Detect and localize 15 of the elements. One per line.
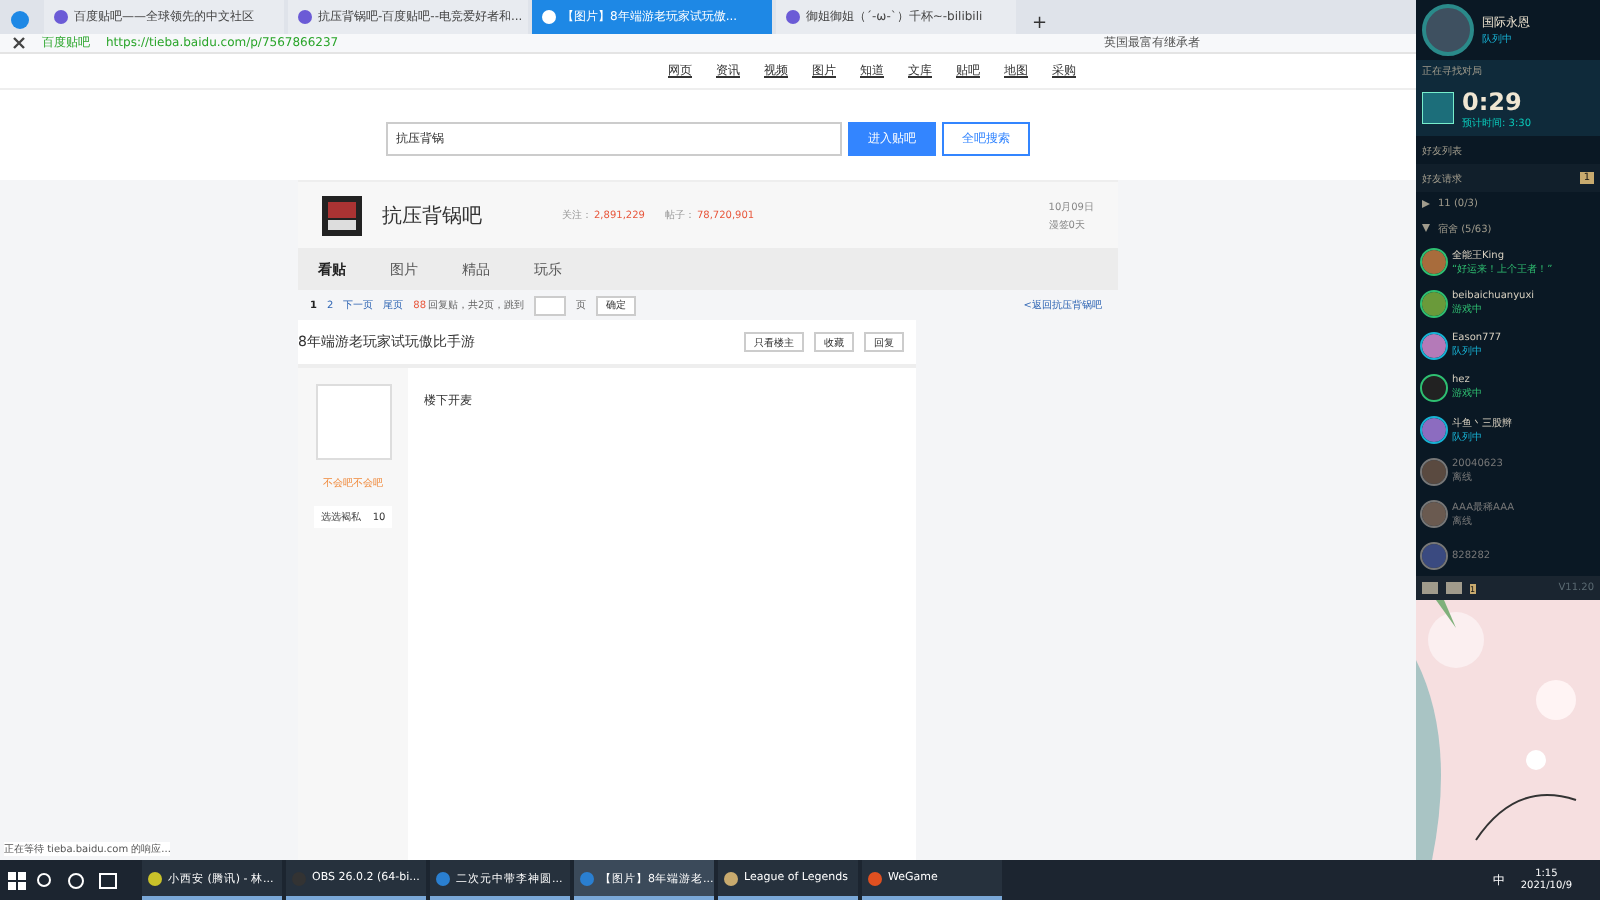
windows-icon[interactable] (8, 871, 26, 889)
cortana-icon[interactable] (62, 871, 90, 889)
task-view-icon[interactable] (94, 871, 122, 889)
map-icon (1422, 92, 1454, 124)
new-tab-button[interactable]: + (1032, 14, 1048, 34)
page-input[interactable] (534, 295, 567, 315)
browser-logo-icon (10, 10, 30, 30)
forum-logo-icon (322, 195, 362, 235)
avatar (315, 384, 391, 460)
caret-icon[interactable] (1422, 200, 1430, 208)
caret-icon[interactable] (1422, 224, 1430, 232)
close-icon[interactable] (12, 36, 26, 50)
profile-avatar (1422, 4, 1474, 56)
queue-timer: 0:29 (1462, 87, 1524, 115)
forum-name: 抗压背锅吧 (382, 203, 482, 229)
